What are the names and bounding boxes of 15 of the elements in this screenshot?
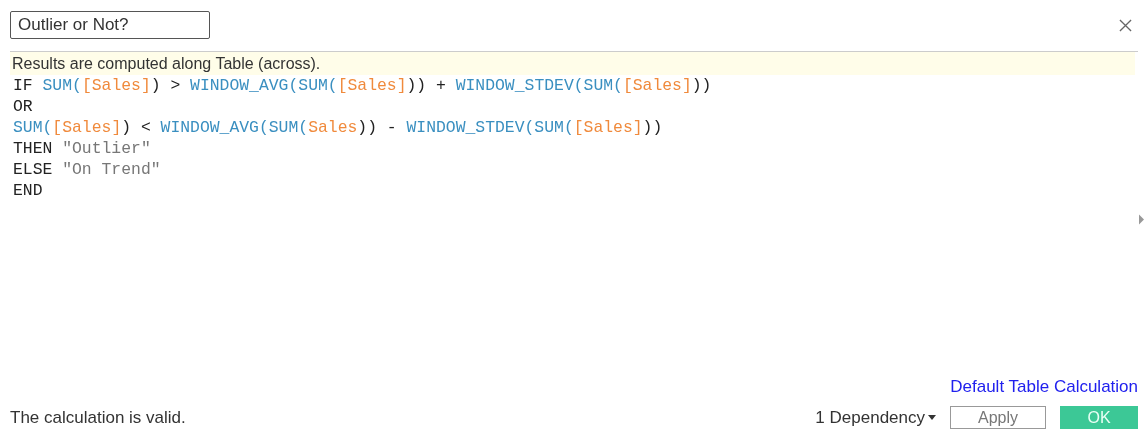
formula-line: SUM([Sales]) < WINDOW_AVG(SUM(Sales)) - WINDOW_STDEV(SUM([Sales])) (13, 117, 663, 138)
formula-line: IF SUM([Sales]) > WINDOW_AVG(SUM([Sales])) + WINDOW_STDEV(SUM([Sales])) (13, 75, 712, 96)
close-icon[interactable] (1119, 18, 1132, 32)
formula-line: ELSE "On Trend" (13, 159, 161, 180)
name-input-field[interactable]: Outlier or Not? (10, 11, 210, 39)
formula-line: END (13, 180, 43, 201)
info-banner: Results are computed along Table (across). (10, 52, 1135, 75)
apply-button[interactable]: Apply (950, 406, 1046, 429)
validation-status: The calculation is valid. (10, 407, 186, 428)
dependency-dropdown[interactable]: 1 Dependency (815, 407, 936, 428)
formula-line: OR (13, 96, 33, 117)
caret-icon (928, 415, 936, 420)
formula-line: THEN "Outlier" (13, 138, 151, 159)
default-table-calculation-link[interactable]: Default Table Calculation (950, 377, 1138, 397)
expand-arrow-icon[interactable] (1139, 214, 1144, 225)
